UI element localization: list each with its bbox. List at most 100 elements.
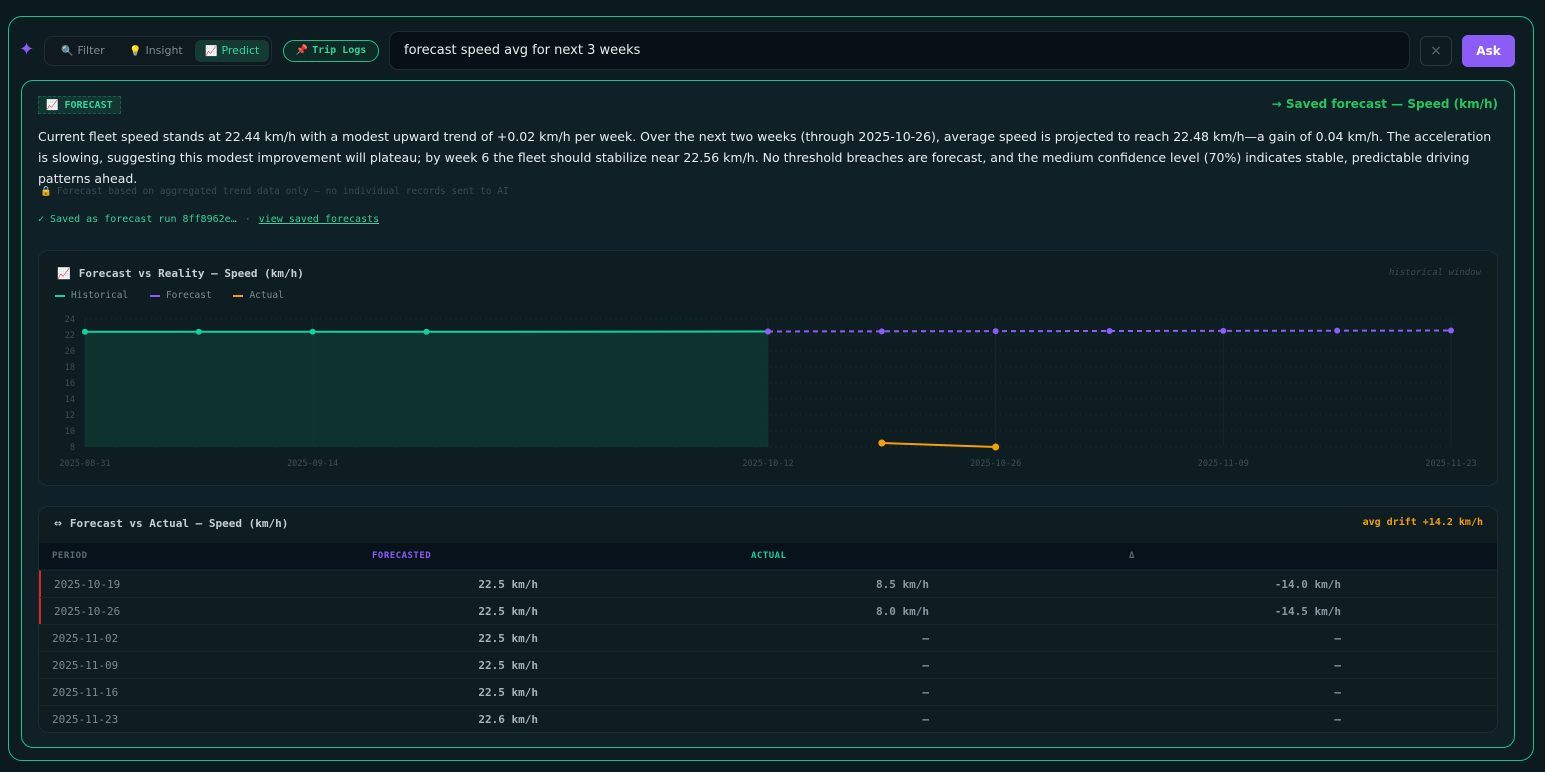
saved-forecast-link[interactable]: → Saved forecast — Speed (km/h) [1272, 97, 1498, 111]
x-tick-label: 2025-11-23 [1425, 459, 1476, 469]
historical-point [309, 328, 316, 335]
chart-icon: 📈 [57, 267, 71, 280]
search-icon: 🔍 [61, 46, 74, 57]
saved-run-text: ✓ Saved as forecast run 8ff8962e… [38, 214, 237, 225]
mode-insight-label: Insight [145, 44, 183, 57]
legend-actual: Actual [233, 290, 284, 301]
cell-delta: — [1334, 632, 1341, 645]
cell-actual: — [922, 686, 929, 699]
table-row: 2025-11-23 22.6 km/h — — [39, 705, 1497, 732]
trip-logs-button[interactable]: 📌 Trip Logs [283, 40, 379, 62]
cell-forecasted: 22.5 km/h [478, 578, 538, 591]
pin-icon: 📌 [295, 45, 309, 56]
historical-point [423, 328, 430, 335]
x-tick-label: 2025-10-12 [742, 459, 793, 469]
cell-delta: — [1334, 659, 1341, 672]
mode-insight-button[interactable]: 💡 Insight [119, 40, 193, 62]
forecast-point [992, 328, 999, 335]
header-actual: ACTUAL [751, 551, 787, 561]
forecast-badge: 📈 FORECAST [38, 96, 121, 114]
y-tick-label: 22 [65, 331, 75, 341]
y-tick-label: 8 [70, 443, 75, 453]
cell-forecasted: 22.5 km/h [478, 632, 538, 645]
x-tick-label: 2025-09-14 [287, 459, 338, 469]
y-tick-label: 16 [65, 379, 75, 389]
cell-actual: — [922, 632, 929, 645]
y-tick-label: 10 [65, 427, 75, 437]
cell-period: 2025-10-26 [54, 605, 121, 618]
chart-title-text: Forecast vs Reality — Speed (km/h) [78, 267, 304, 280]
cell-period: 2025-11-16 [52, 686, 119, 699]
cell-actual: — [922, 659, 929, 672]
x-tick-label: 2025-08-31 [59, 459, 110, 469]
forecast-chart: 8 10 12 14 16 18 20 22 24 2025-08-31 2025-09-14 202… [59, 315, 1476, 469]
y-tick-label: 14 [65, 395, 75, 405]
swap-arrows-icon: ⇔ [54, 516, 62, 531]
header-forecasted: FORECASTED [372, 551, 432, 561]
chart-window-label: historical window [1388, 268, 1481, 278]
trip-logs-label: Trip Logs [312, 45, 367, 56]
mode-filter-button[interactable]: 🔍 Filter [51, 40, 115, 62]
cell-actual: 8.5 km/h [876, 578, 929, 591]
chart-icon: 📈 [46, 100, 59, 111]
cell-actual: 8.0 km/h [876, 605, 929, 618]
y-tick-label: 18 [65, 363, 75, 373]
table-row: 2025-11-02 22.5 km/h — — [39, 624, 1497, 651]
cell-delta: -14.5 km/h [1274, 605, 1341, 618]
table-row: 2025-10-26 22.5 km/h 8.0 km/h -14.5 km/h [39, 597, 1497, 624]
legend-historical-label: Historical [71, 290, 129, 301]
forecast-point [765, 328, 771, 335]
forecast-summary: Current fleet speed stands at 22.44 km/h… [38, 129, 1492, 186]
cell-forecasted: 22.5 km/h [478, 659, 538, 672]
actual-point [878, 439, 886, 447]
cell-forecasted: 22.6 km/h [478, 713, 538, 726]
cell-period: 2025-11-23 [52, 713, 119, 726]
cell-period: 2025-11-09 [52, 659, 119, 672]
forecast-point [1334, 327, 1341, 334]
forecast-point [1448, 327, 1454, 334]
mode-predict-button[interactable]: 📈 Predict [195, 40, 270, 62]
historical-point [195, 328, 202, 335]
chart-title: 📈 Forecast vs Reality — Speed (km/h) [57, 267, 304, 280]
header-period: PERIOD [52, 551, 88, 561]
x-tick-label: 2025-11-09 [1198, 459, 1249, 469]
y-tick-label: 24 [65, 315, 75, 325]
clear-button[interactable]: × [1420, 36, 1452, 66]
chart-legend: Historical Forecast Actual [55, 290, 300, 301]
separator: · [244, 214, 251, 225]
legend-historical: Historical [55, 290, 128, 301]
forecast-badge-label: FORECAST [64, 100, 113, 111]
query-input[interactable]: forecast speed avg for next 3 weeks [389, 31, 1410, 70]
x-tick-label: 2025-10-26 [970, 459, 1021, 469]
table-row: 2025-10-19 22.5 km/h 8.5 km/h -14.0 km/h [39, 570, 1497, 597]
table-title-text: Forecast vs Actual — Speed (km/h) [69, 517, 289, 530]
legend-forecast-label: Forecast [165, 290, 212, 301]
legend-forecast: Forecast [149, 290, 212, 301]
cell-delta: — [1334, 686, 1341, 699]
chart-up-icon: 📈 [205, 46, 218, 57]
cell-delta: — [1334, 713, 1341, 726]
mode-predict-label: Predict [221, 44, 260, 57]
table-title: ⇔ Forecast vs Actual — Speed (km/h) [54, 516, 288, 531]
legend-actual-label: Actual [249, 290, 284, 301]
actual-line [881, 442, 996, 448]
y-tick-label: 20 [65, 347, 75, 357]
cell-actual: — [922, 713, 929, 726]
close-icon: × [1430, 43, 1442, 59]
table-row: 2025-11-09 22.5 km/h — — [39, 651, 1497, 678]
forecast-point [878, 328, 885, 335]
cell-period: 2025-10-19 [54, 578, 121, 591]
y-tick-label: 12 [65, 411, 75, 421]
cell-forecasted: 22.5 km/h [478, 605, 538, 618]
actual-point [992, 443, 1000, 451]
view-saved-forecasts-link[interactable]: view saved forecasts [259, 214, 379, 225]
mode-toggle-group: 🔍 Filter 💡 Insight 📈 Predict [44, 36, 272, 66]
header-delta: Δ [1129, 551, 1135, 561]
sparkle-icon: ✦ [19, 39, 35, 60]
historical-point [82, 328, 88, 335]
ask-button[interactable]: Ask [1462, 35, 1515, 67]
privacy-note: 🔒 Forecast based on aggregated trend data… [40, 186, 509, 197]
lock-icon: 🔒 [40, 186, 52, 197]
privacy-text: Forecast based on aggregated trend data … [56, 186, 509, 197]
historical-area [85, 331, 768, 447]
